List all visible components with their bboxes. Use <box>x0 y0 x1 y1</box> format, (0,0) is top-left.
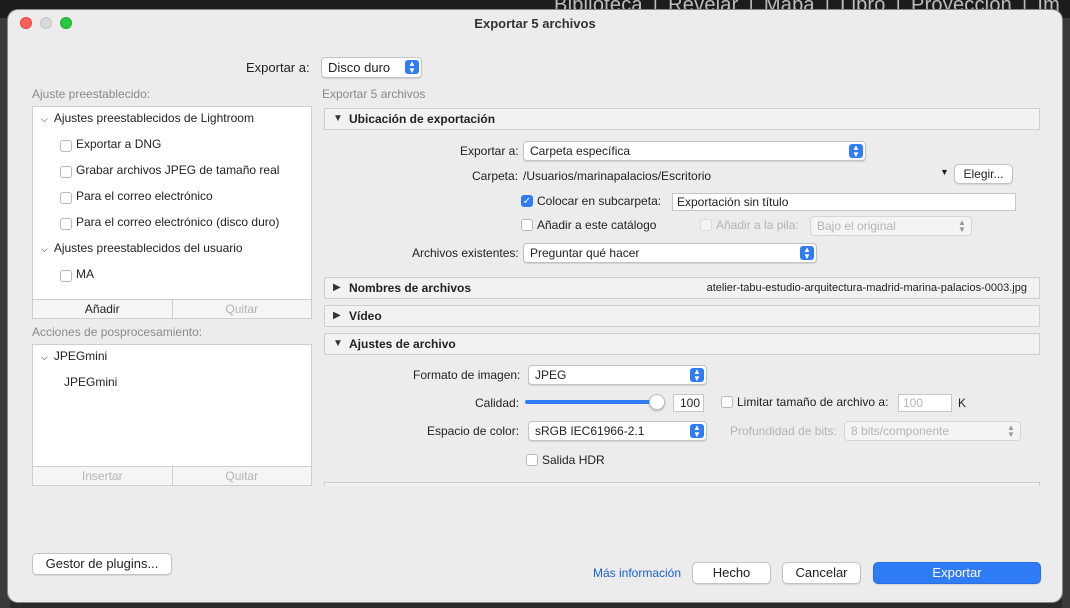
chevron-updown-icon: ▲ ▼ <box>849 144 863 159</box>
preset-item[interactable]: Para el correo electrónico (disco duro) <box>76 215 279 229</box>
limit-size-label: Limitar tamaño de archivo a: <box>737 395 889 409</box>
image-format-label: Formato de imagen: <box>413 368 521 382</box>
postprocess-buttons: Insertar Quitar <box>32 466 312 486</box>
app-right-edge <box>1062 18 1070 608</box>
add-preset-button[interactable]: Añadir <box>33 300 172 318</box>
add-to-catalog-checkbox[interactable] <box>521 219 533 231</box>
remove-preset-button[interactable]: Quitar <box>171 300 312 318</box>
triangle-right-icon: ▶ <box>333 282 341 293</box>
export-button[interactable]: Exportar <box>873 562 1041 584</box>
location-export-to-label: Exportar a: <box>460 144 519 158</box>
chevron-down-icon: ⌵ <box>41 114 48 124</box>
presets-header: Ajuste preestablecido: <box>32 87 151 101</box>
dialog-title: Exportar 5 archivos <box>474 16 596 31</box>
folder-path: /Usuarios/marinapalacios/Escritorio <box>523 169 712 183</box>
postprocess-item[interactable]: JPEGmini <box>64 375 117 389</box>
subfolder-input[interactable]: Exportación sin título <box>672 193 1016 211</box>
hdr-output-checkbox[interactable] <box>526 454 538 466</box>
preset-checkbox[interactable] <box>60 166 72 178</box>
color-space-popup[interactable]: sRGB IEC61966-2.1 ▲ ▼ <box>528 421 707 441</box>
more-info-link[interactable]: Más información <box>593 566 681 580</box>
subfolder-checkbox[interactable]: ✓ <box>521 195 533 207</box>
export-to-label: Exportar a: <box>246 60 310 75</box>
plugin-manager-button[interactable]: Gestor de plugins... <box>32 553 172 575</box>
preset-group-user[interactable]: ⌵ Ajustes preestablecidos del usuario <box>41 241 243 255</box>
quality-slider-fill <box>525 400 665 404</box>
preset-checkbox[interactable] <box>60 270 72 282</box>
preset-checkbox[interactable] <box>60 192 72 204</box>
limit-size-checkbox[interactable] <box>721 396 733 408</box>
preset-item[interactable]: Grabar archivos JPEG de tamaño real <box>76 163 279 177</box>
insert-action-button[interactable]: Insertar <box>33 467 172 485</box>
chevron-updown-icon: ▲ ▼ <box>958 218 966 234</box>
hdr-output-label: Salida HDR <box>542 453 605 467</box>
section-video[interactable]: ▶ Vídeo <box>324 305 1040 327</box>
chevron-down-icon: ⌵ <box>41 244 48 254</box>
image-format-popup[interactable]: JPEG ▲ ▼ <box>528 365 707 385</box>
chevron-down-icon: ⌵ <box>41 352 48 362</box>
section-file-settings[interactable]: ▼ Ajustes de archivo <box>324 333 1040 355</box>
triangle-down-icon: ▼ <box>333 113 343 124</box>
quality-slider-thumb[interactable] <box>649 394 665 410</box>
existing-files-popup[interactable]: Preguntar qué hacer ▲ ▼ <box>523 243 817 263</box>
location-export-to-popup[interactable]: Carpeta específica ▲ ▼ <box>523 141 866 161</box>
add-to-stack-label: Añadir a la pila: <box>716 218 799 232</box>
preset-checkbox[interactable] <box>60 140 72 152</box>
preset-item[interactable]: Exportar a DNG <box>76 137 161 151</box>
export-to-popup[interactable]: Disco duro ▲ ▼ <box>321 57 422 78</box>
quality-slider-track[interactable] <box>525 394 665 410</box>
bit-depth-popup[interactable]: 8 bits/componente ▲ ▼ <box>844 421 1021 441</box>
quality-label: Calidad: <box>475 396 520 410</box>
chevron-updown-icon: ▲ ▼ <box>690 424 704 439</box>
presets-list: ⌵ Ajustes preestablecidos de Lightroom Ex… <box>32 106 312 300</box>
titlebar: Exportar 5 archivos <box>8 10 1062 38</box>
preset-group-lightroom[interactable]: ⌵ Ajustes preestablecidos de Lightroom <box>41 111 254 125</box>
preset-checkbox[interactable] <box>60 218 72 230</box>
triangle-down-icon: ▼ <box>333 338 343 349</box>
folder-label: Carpeta: <box>472 169 519 183</box>
postprocess-group[interactable]: ⌵ JPEGmini <box>41 349 107 363</box>
add-to-catalog-label: Añadir a este catálogo <box>537 218 657 232</box>
preset-item[interactable]: Para el correo electrónico <box>76 189 213 203</box>
export-dialog: Exportar 5 archivos Exportar a: Disco du… <box>8 10 1062 602</box>
section-export-location[interactable]: ▼ Ubicación de exportación <box>324 108 1040 130</box>
postprocess-header: Acciones de posprocesamiento: <box>32 325 203 339</box>
existing-files-label: Archivos existentes: <box>412 246 519 260</box>
limit-size-input[interactable]: 100 <box>898 394 952 412</box>
triangle-right-icon: ▶ <box>333 310 341 321</box>
chevron-updown-icon: ▲ ▼ <box>1007 423 1015 439</box>
chevron-updown-icon: ▲ ▼ <box>690 368 704 383</box>
postprocess-list: ⌵ JPEGmini JPEGmini <box>32 344 312 467</box>
export-to-value: Disco duro <box>328 60 391 75</box>
right-header: Exportar 5 archivos <box>322 87 426 101</box>
color-space-label: Espacio de color: <box>427 424 520 438</box>
filename-summary: atelier-tabu-estudio-arquitectura-madrid… <box>706 282 1027 294</box>
quality-input[interactable]: 100 <box>673 394 704 412</box>
folder-dropdown-arrow-icon[interactable]: ▼ <box>940 167 949 177</box>
next-section-edge <box>324 482 1040 486</box>
choose-folder-button[interactable]: Elegir... <box>954 164 1013 184</box>
cancel-button[interactable]: Cancelar <box>782 562 861 584</box>
add-to-stack-checkbox[interactable] <box>700 219 712 231</box>
chevron-updown-icon: ▲ ▼ <box>405 60 419 75</box>
presets-buttons: Añadir Quitar <box>32 299 312 319</box>
bit-depth-label: Profundidad de bits: <box>730 424 837 438</box>
limit-size-unit: K <box>958 396 967 410</box>
preset-item[interactable]: MA <box>76 267 94 281</box>
stack-position-popup[interactable]: Bajo el original ▲ ▼ <box>810 216 972 236</box>
remove-action-button[interactable]: Quitar <box>171 467 312 485</box>
subfolder-label: Colocar en subcarpeta: <box>537 194 662 208</box>
chevron-updown-icon: ▲ ▼ <box>800 246 814 261</box>
section-file-naming[interactable]: ▶ Nombres de archivos atelier-tabu-estudi… <box>324 277 1040 299</box>
done-button[interactable]: Hecho <box>692 562 771 584</box>
